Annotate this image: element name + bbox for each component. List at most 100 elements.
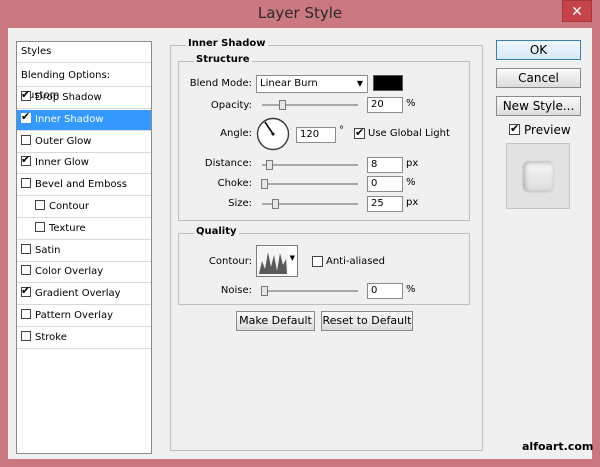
style-item-bevel-and-emboss[interactable]: Bevel and Emboss <box>17 175 151 197</box>
choke-unit: % <box>406 177 416 188</box>
blend-mode-select[interactable]: Linear Burn ▼ <box>256 75 368 93</box>
size-slider[interactable] <box>262 199 358 209</box>
style-checkbox[interactable]: ✔ <box>21 284 31 298</box>
size-label: Size: <box>228 198 252 209</box>
noise-slider-thumb[interactable] <box>261 286 268 296</box>
style-item-contour[interactable]: Contour <box>17 197 151 218</box>
check-icon: ✔ <box>21 284 31 298</box>
distance-slider[interactable] <box>262 160 358 170</box>
preview-checkbox[interactable]: ✔ <box>509 122 520 135</box>
noise-input[interactable]: 0 <box>367 283 403 299</box>
close-button[interactable]: ✕ <box>562 0 592 22</box>
layer-style-window: Layer Style ✕ Styles Blending Options: C… <box>0 0 600 467</box>
cancel-button[interactable]: Cancel <box>496 68 581 88</box>
style-item-outer-glow[interactable]: Outer Glow <box>17 132 151 153</box>
style-item-label: Texture <box>49 222 86 234</box>
style-item-gradient-overlay[interactable]: ✔ Gradient Overlay <box>17 284 151 306</box>
distance-slider-thumb[interactable] <box>266 160 273 170</box>
check-icon: ✔ <box>21 109 31 123</box>
style-item-label: Outer Glow <box>35 135 92 147</box>
blending-options[interactable]: Blending Options: Custom <box>17 66 151 101</box>
choke-label: Choke: <box>217 178 252 189</box>
distance-input[interactable]: 8 <box>367 157 403 173</box>
style-item-label: Color Overlay <box>35 266 104 278</box>
style-preview-thumbnail <box>506 143 570 209</box>
style-item-label: Drop Shadow <box>35 92 102 103</box>
check-icon: ✔ <box>21 153 31 167</box>
style-item-label: Pattern Overlay <box>35 310 114 321</box>
size-slider-thumb[interactable] <box>272 199 279 209</box>
distance-unit: px <box>406 158 419 169</box>
contour-dropdown-chevron-icon[interactable]: ▼ <box>290 254 295 262</box>
anti-aliased-label: Anti-aliased <box>326 256 386 267</box>
blend-mode-value: Linear Burn <box>260 78 318 89</box>
style-item-inner-glow[interactable]: ✔ Inner Glow <box>17 153 151 175</box>
angle-dial[interactable] <box>256 117 290 151</box>
chevron-down-icon: ▼ <box>356 79 363 88</box>
inner-shadow-title: Inner Shadow <box>186 38 268 49</box>
style-item-label: Gradient Overlay <box>35 288 121 300</box>
style-checkbox[interactable] <box>35 200 45 210</box>
style-item-label: Inner Shadow <box>35 113 104 125</box>
structure-title: Structure <box>194 54 252 65</box>
style-checkbox[interactable]: ✔ <box>21 88 31 101</box>
style-item-color-overlay[interactable]: Color Overlay <box>17 262 151 284</box>
noise-unit: % <box>406 284 416 295</box>
anti-aliased-checkbox[interactable] <box>312 256 323 267</box>
style-checkbox[interactable] <box>21 243 31 254</box>
style-item-drop-shadow[interactable]: ✔ Drop Shadow <box>17 88 151 109</box>
noise-slider[interactable] <box>261 286 358 296</box>
noise-label: Noise: <box>220 285 252 296</box>
distance-label: Distance: <box>204 158 252 169</box>
style-item-inner-shadow[interactable]: ✔ Inner Shadow <box>17 109 151 131</box>
watermark: alfoart.com <box>522 440 594 453</box>
opacity-slider-thumb[interactable] <box>279 100 286 110</box>
style-item-label: Contour <box>49 201 89 212</box>
style-item-pattern-overlay[interactable]: Pattern Overlay <box>17 306 151 327</box>
style-checkbox[interactable]: ✔ <box>21 109 31 123</box>
new-style-button[interactable]: New Style... <box>496 96 581 116</box>
style-checkbox[interactable] <box>21 134 31 145</box>
angle-label: Angle: <box>220 128 252 139</box>
check-icon: ✔ <box>21 88 31 101</box>
style-item-satin[interactable]: Satin <box>17 241 151 262</box>
preview-swatch <box>523 161 553 191</box>
shadow-color-swatch[interactable] <box>373 75 403 91</box>
style-item-label: Bevel and Emboss <box>35 179 127 191</box>
make-default-button[interactable]: Make Default <box>236 311 315 331</box>
window-title: Layer Style <box>257 4 343 22</box>
opacity-slider[interactable] <box>262 100 358 110</box>
choke-slider-thumb[interactable] <box>261 179 268 189</box>
styles-list: Styles Blending Options: Custom ✔ Drop Sh… <box>16 41 152 454</box>
check-icon: ✔ <box>355 126 365 139</box>
choke-slider[interactable] <box>261 179 358 189</box>
angle-input[interactable]: 120 <box>296 127 336 143</box>
reset-default-button[interactable]: Reset to Default <box>321 311 413 331</box>
styles-header[interactable]: Styles <box>17 42 151 63</box>
opacity-unit: % <box>406 98 416 109</box>
title-bar: Layer Style ✕ <box>0 0 600 28</box>
style-item-label: Inner Glow <box>35 157 89 169</box>
style-item-texture[interactable]: Texture <box>17 219 151 240</box>
size-input[interactable]: 25 <box>367 196 403 212</box>
style-checkbox[interactable] <box>21 265 31 276</box>
opacity-label: Opacity: <box>210 100 252 111</box>
opacity-input[interactable]: 20 <box>367 97 403 113</box>
style-checkbox[interactable]: ✔ <box>21 153 31 167</box>
ok-button[interactable]: OK <box>496 40 581 60</box>
angle-unit: ° <box>339 125 344 136</box>
style-checkbox[interactable] <box>21 178 31 189</box>
use-global-light-label: Use Global Light <box>368 128 450 139</box>
choke-input[interactable]: 0 <box>367 176 403 192</box>
use-global-light-checkbox[interactable]: ✔ <box>354 126 365 139</box>
style-checkbox[interactable] <box>21 330 31 341</box>
blend-mode-label: Blend Mode: <box>189 78 252 89</box>
style-item-label: Stroke <box>35 331 67 343</box>
preview-label: Preview <box>524 123 571 137</box>
contour-picker[interactable]: ▼ <box>256 245 298 277</box>
style-checkbox[interactable] <box>35 221 45 232</box>
style-checkbox[interactable] <box>21 309 31 319</box>
size-unit: px <box>406 197 419 208</box>
style-item-stroke[interactable]: Stroke <box>17 328 151 349</box>
contour-preview-icon <box>258 247 288 275</box>
